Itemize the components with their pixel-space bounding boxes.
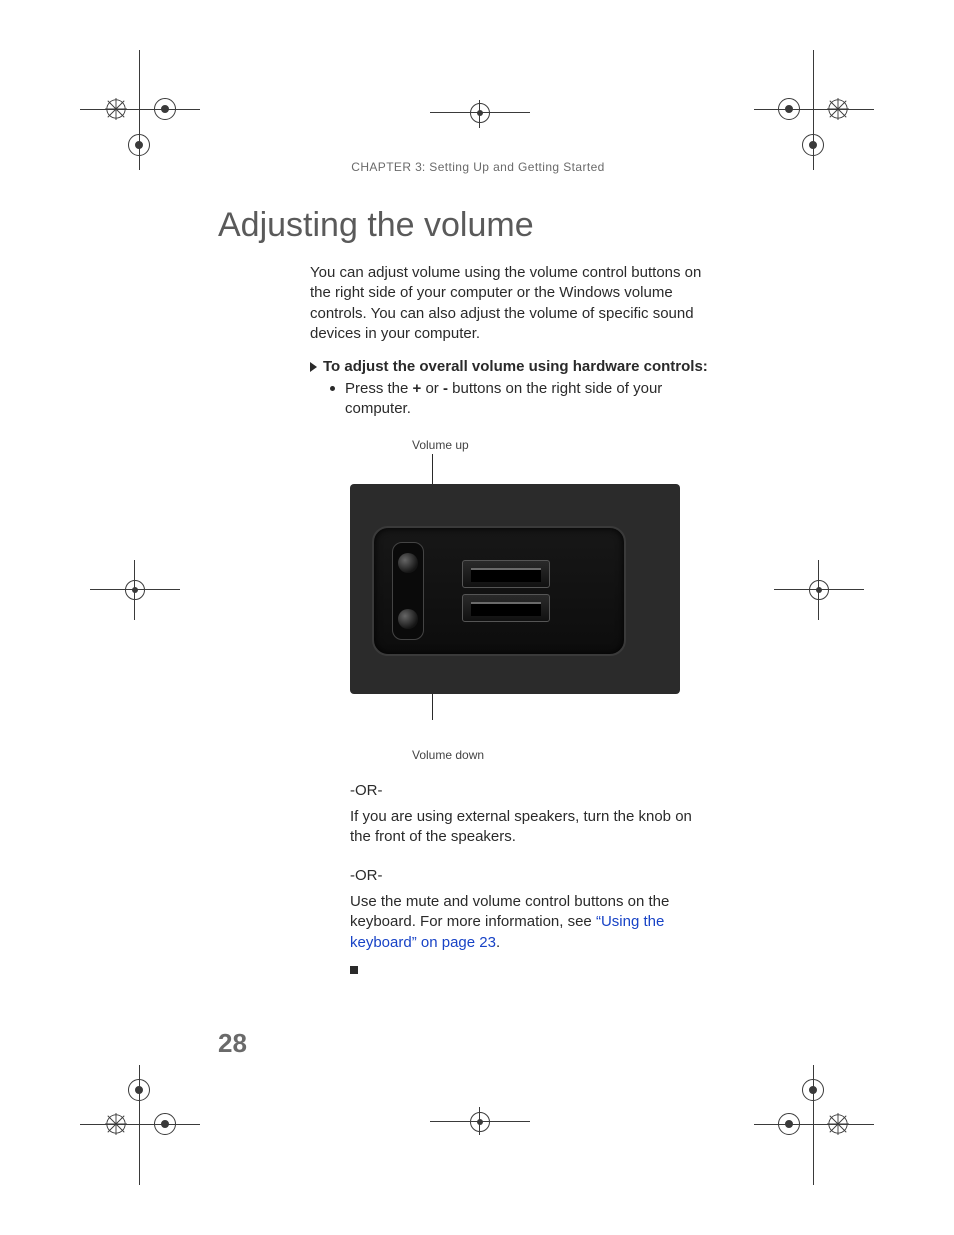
alt-step-keyboard: Use the mute and volume control buttons … (350, 892, 710, 953)
procedure-heading: To adjust the overall volume using hardw… (310, 358, 710, 375)
crop-mark-bottom-left (80, 1065, 200, 1185)
crop-mark-bottom-center (430, 1099, 530, 1139)
running-header: CHAPTER 3: Setting Up and Getting Starte… (218, 160, 738, 174)
chapter-label: CHAPTER (351, 160, 411, 174)
callout-volume-up: Volume up (412, 438, 700, 452)
io-panel (372, 526, 626, 656)
or-separator: -OR- (350, 782, 710, 799)
crop-mark-bottom-right (754, 1065, 874, 1185)
crop-mark-top-center (430, 100, 530, 140)
triangle-bullet-icon (310, 362, 317, 372)
volume-ports-figure: Volume up Volume down (350, 438, 700, 762)
crop-mark-top-left (80, 50, 200, 170)
step-1: Press the + or - buttons on the right si… (330, 379, 710, 420)
plus-key: + (413, 380, 422, 397)
volume-rocker-icon (392, 542, 424, 640)
chapter-number: 3 (415, 160, 422, 174)
usb-port-icon (462, 560, 550, 588)
bullet-icon (330, 386, 335, 391)
side-panel-photo (350, 484, 680, 694)
step-1-text: Press the + or - buttons on the right si… (345, 379, 710, 420)
chapter-separator: : (422, 160, 426, 174)
leader-line-up (432, 454, 433, 484)
usb-port-icon (462, 594, 550, 622)
page-title: Adjusting the volume (218, 206, 738, 245)
or-separator: -OR- (350, 867, 710, 884)
crop-mark-top-right (754, 50, 874, 170)
intro-text: You can adjust volume using the volume c… (310, 263, 710, 344)
alt-step-speakers: If you are using external speakers, turn… (350, 807, 710, 848)
crop-mark-left-center (90, 560, 180, 620)
leader-line-down (432, 694, 433, 720)
callout-volume-down: Volume down (412, 748, 700, 762)
end-of-procedure-icon (350, 966, 358, 974)
intro-paragraph: You can adjust volume using the volume c… (310, 263, 710, 344)
procedure-heading-text: To adjust the overall volume using hardw… (323, 358, 708, 375)
page-number: 28 (218, 1028, 247, 1059)
crop-mark-right-center (774, 560, 864, 620)
chapter-title: Setting Up and Getting Started (429, 160, 604, 174)
